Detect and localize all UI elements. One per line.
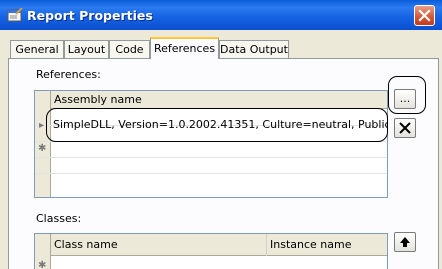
tab-code[interactable]: Code [109, 40, 150, 58]
arrow-up-icon [400, 237, 410, 247]
delete-reference-button[interactable] [394, 118, 416, 138]
column-header-class-name[interactable]: Class name [54, 236, 118, 253]
references-grid[interactable]: Assembly name ▸ ✱ SimpleDLL, Version=1.0… [34, 90, 388, 198]
classes-new-row-indicator: ✱ [38, 260, 47, 269]
tab-general[interactable]: General [10, 40, 64, 58]
classes-label: Classes: [36, 212, 82, 225]
close-button[interactable] [414, 5, 435, 26]
move-up-button[interactable] [394, 232, 416, 252]
new-row-indicator: ✱ [38, 143, 47, 154]
highlight-browse-button [388, 76, 426, 114]
close-icon [418, 9, 431, 22]
report-properties-dialog: Report Properties General Layout Code Re… [0, 0, 442, 269]
report-properties-icon [7, 8, 23, 22]
references-label: References: [36, 68, 101, 81]
window-title: Report Properties [27, 8, 153, 23]
classes-grid[interactable]: Class name Instance name ✱ [34, 233, 388, 269]
tab-data-output[interactable]: Data Output [219, 40, 289, 58]
delete-x-icon [399, 122, 411, 134]
title-bar[interactable]: Report Properties [0, 0, 442, 30]
highlight-assembly-row [46, 108, 388, 142]
tab-references[interactable]: References [150, 37, 219, 59]
column-header-assembly-name[interactable]: Assembly name [54, 91, 142, 108]
tab-layout[interactable]: Layout [64, 40, 109, 58]
current-row-indicator: ▸ [39, 120, 45, 131]
column-header-instance-name[interactable]: Instance name [270, 236, 351, 253]
